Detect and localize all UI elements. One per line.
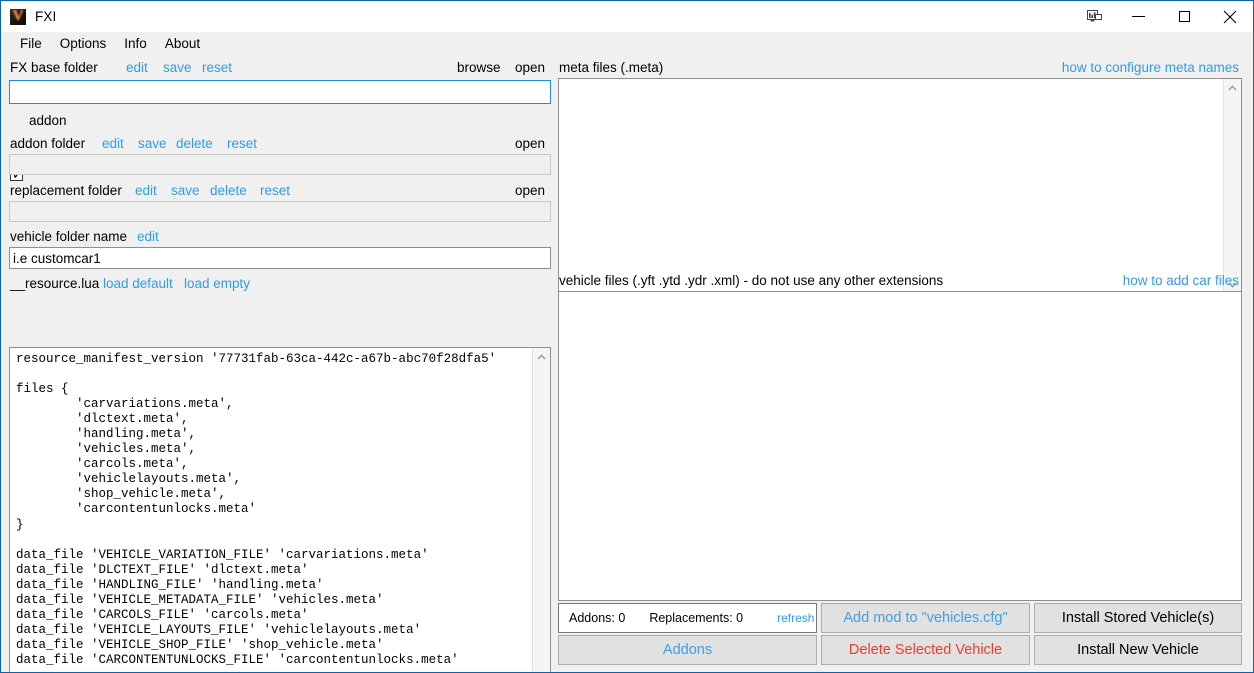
menu-item-about[interactable]: About — [156, 34, 209, 54]
how-to-configure-meta-names-link[interactable]: how to configure meta names — [1062, 60, 1239, 75]
display-panel-icon[interactable] — [1073, 1, 1115, 32]
meta-files-label: meta files (.meta) — [559, 60, 663, 75]
addon-folder-label: addon folder — [10, 136, 85, 151]
menu-item-info[interactable]: Info — [115, 34, 156, 54]
resource-lua-vertical-scrollbar[interactable] — [532, 348, 550, 673]
window-title: FXI — [35, 9, 56, 24]
menu-item-file[interactable]: File — [11, 34, 51, 54]
addons-label: Addons: — [569, 611, 615, 625]
action-buttons: Addons: 0 Replacements: 0 refresh Add mo… — [558, 603, 1242, 665]
resource-lua-editor[interactable]: resource_manifest_version '77731fab-63ca… — [9, 347, 551, 673]
replacements-value: 0 — [736, 611, 743, 625]
scroll-up-icon[interactable] — [1224, 79, 1241, 96]
right-panel: meta files (.meta) how to configure meta… — [553, 56, 1253, 672]
addons-count-label: Addons: 0 — [569, 611, 625, 625]
left-panel: FX base folder edit save reset browse op… — [1, 56, 553, 672]
counts-panel: Addons: 0 Replacements: 0 refresh — [558, 603, 817, 633]
meta-files-vertical-scrollbar[interactable] — [1223, 79, 1241, 293]
close-button[interactable] — [1207, 1, 1253, 32]
addon-folder-save-link[interactable]: save — [138, 136, 167, 151]
replacements-count-label: Replacements: 0 — [649, 611, 743, 625]
load-default-link[interactable]: load default — [103, 276, 173, 291]
fx-base-folder-label: FX base folder — [10, 60, 98, 75]
minimize-button[interactable] — [1115, 1, 1161, 32]
fx-base-open-link[interactable]: open — [515, 60, 545, 75]
vehicle-folder-name-label: vehicle folder name — [10, 229, 127, 244]
replacement-folder-save-link[interactable]: save — [171, 183, 200, 198]
replacement-folder-label: replacement folder — [10, 183, 122, 198]
vehicle-folder-name-edit-link[interactable]: edit — [137, 229, 159, 244]
addon-folder-edit-link[interactable]: edit — [102, 136, 124, 151]
window-controls — [1073, 1, 1253, 32]
app-window: V FXI — [0, 0, 1254, 673]
replacement-folder-input[interactable] — [9, 201, 551, 222]
addon-folder-reset-link[interactable]: reset — [227, 136, 257, 151]
replacement-folder-reset-link[interactable]: reset — [260, 183, 290, 198]
replacement-folder-delete-link[interactable]: delete — [210, 183, 247, 198]
install-new-vehicle-button[interactable]: Install New Vehicle — [1034, 635, 1242, 665]
delete-selected-vehicle-button[interactable]: Delete Selected Vehicle — [821, 635, 1030, 665]
vehicle-files-listbox[interactable] — [558, 291, 1242, 601]
vehicle-folder-name-input[interactable] — [9, 247, 551, 269]
addon-folder-input[interactable] — [9, 154, 551, 175]
addon-folder-open-link[interactable]: open — [515, 136, 545, 151]
fx-base-reset-link[interactable]: reset — [202, 60, 232, 75]
resource-lua-content[interactable]: resource_manifest_version '77731fab-63ca… — [10, 348, 532, 673]
replacement-folder-edit-link[interactable]: edit — [135, 183, 157, 198]
addon-checkbox-label: addon — [29, 113, 67, 128]
addon-folder-delete-link[interactable]: delete — [176, 136, 213, 151]
fx-base-browse-link[interactable]: browse — [457, 60, 501, 75]
replacements-label: Replacements: — [649, 611, 732, 625]
load-empty-link[interactable]: load empty — [184, 276, 250, 291]
resource-lua-label: __resource.lua — [10, 276, 99, 291]
install-stored-vehicles-button[interactable]: Install Stored Vehicle(s) — [1034, 603, 1242, 633]
vehicle-files-label: vehicle files (.yft .ytd .ydr .xml) - do… — [559, 273, 943, 288]
meta-files-list[interactable] — [559, 79, 1223, 293]
how-to-add-car-files-link[interactable]: how to add car files — [1123, 273, 1239, 288]
fx-base-save-link[interactable]: save — [163, 60, 192, 75]
addons-value: 0 — [618, 611, 625, 625]
menu-item-options[interactable]: Options — [51, 34, 116, 54]
fx-base-edit-link[interactable]: edit — [126, 60, 148, 75]
scroll-up-icon[interactable] — [533, 348, 550, 365]
meta-files-list-area — [559, 79, 1241, 293]
maximize-button[interactable] — [1161, 1, 1207, 32]
refresh-link[interactable]: refresh — [777, 611, 814, 625]
replacement-folder-open-link[interactable]: open — [515, 183, 545, 198]
menu-bar: File Options Info About — [2, 32, 1252, 56]
fx-base-folder-input[interactable] — [9, 80, 551, 104]
add-mod-to-vehicles-cfg-button[interactable]: Add mod to "vehicles.cfg" — [821, 603, 1030, 633]
title-bar: V FXI — [1, 1, 1253, 32]
addons-button[interactable]: Addons — [558, 635, 817, 665]
fxi-logo-icon: V — [10, 9, 26, 25]
